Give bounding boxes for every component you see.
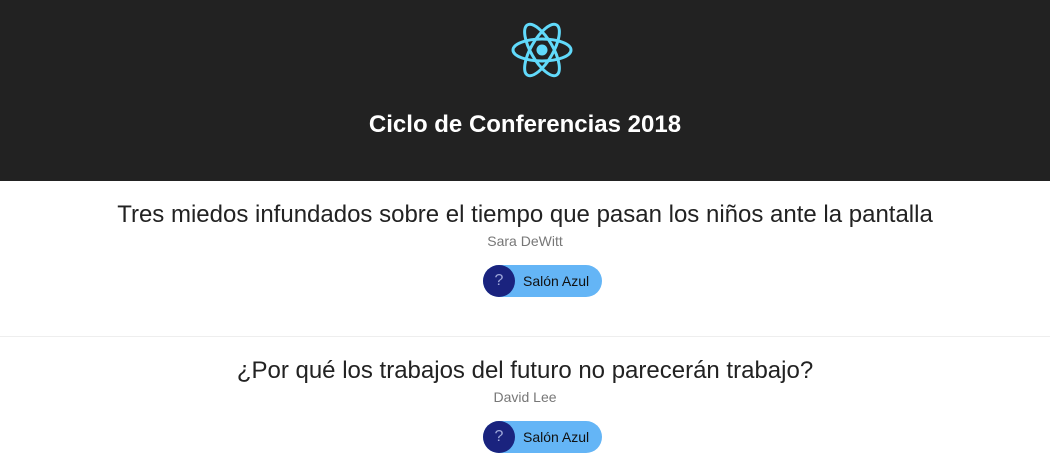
talk-item: ¿Por qué los trabajos del futuro no pare… xyxy=(0,337,1050,465)
room-label: Salón Azul xyxy=(523,429,590,445)
talk-title: Tres miedos infundados sobre el tiempo q… xyxy=(117,201,933,228)
talk-speaker: David Lee xyxy=(493,389,557,405)
react-atom-icon xyxy=(511,22,573,78)
room-chip[interactable]: ? Salón Azul xyxy=(483,421,602,453)
room-label: Salón Azul xyxy=(523,273,590,289)
app-header: Ciclo de Conferencias 2018 xyxy=(0,0,1050,181)
talk-title: ¿Por qué los trabajos del futuro no pare… xyxy=(236,357,814,384)
page-title: Ciclo de Conferencias 2018 xyxy=(368,111,682,138)
room-help-icon: ? xyxy=(483,421,515,453)
room-help-icon: ? xyxy=(483,265,515,297)
talk-item: Tres miedos infundados sobre el tiempo q… xyxy=(0,181,1050,337)
room-chip[interactable]: ? Salón Azul xyxy=(483,265,602,297)
talk-speaker: Sara DeWitt xyxy=(487,233,563,249)
